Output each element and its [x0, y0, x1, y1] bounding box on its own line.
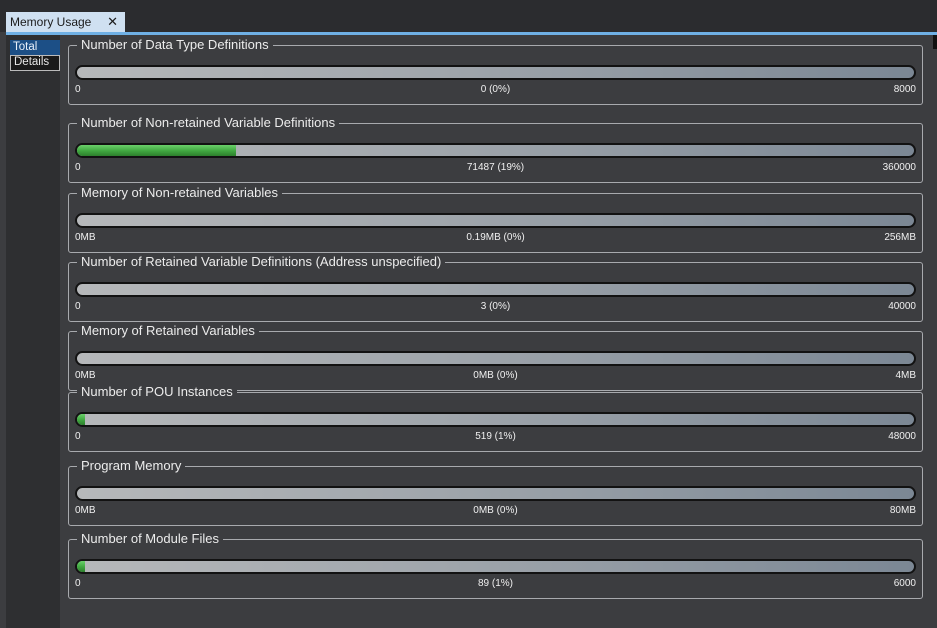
value-label: 89 (1%) [477, 578, 513, 589]
usage-group: Number of Non-retained Variable Definiti… [68, 114, 923, 183]
usage-bar [75, 213, 916, 228]
usage-group: Memory of Retained Variables 0MB 0MB (0%… [68, 322, 923, 391]
max-label: 6000 [893, 578, 916, 589]
usage-bar-fill [77, 145, 237, 156]
value-label: 71487 (19%) [466, 162, 525, 173]
value-label: 519 (1%) [475, 431, 516, 442]
value-label: 3 (0%) [480, 301, 511, 312]
value-label: 0 (0%) [480, 84, 511, 95]
tab-memory-usage[interactable]: Memory Usage ✕ [6, 12, 125, 32]
usage-group: Number of Module Files 0 89 (1%) 6000 [68, 530, 923, 599]
scrollbar[interactable] [933, 35, 937, 49]
close-icon[interactable]: ✕ [107, 12, 118, 32]
usage-bar-fill [77, 414, 86, 425]
usage-bar-fill [77, 561, 86, 572]
usage-group: Memory of Non-retained Variables 0MB 0.1… [68, 184, 923, 253]
usage-bar [75, 559, 916, 574]
value-label: 0MB (0%) [473, 370, 518, 381]
usage-group: Number of Data Type Definitions 0 0 (0%)… [68, 36, 923, 105]
max-label: 48000 [888, 431, 916, 442]
tab-label: Memory Usage [10, 15, 92, 29]
group-title: Number of Non-retained Variable Definiti… [77, 114, 340, 131]
usage-group: Program Memory 0MB 0MB (0%) 80MB [68, 457, 923, 526]
usage-bar [75, 282, 916, 297]
sidebar-item-details[interactable]: Details [10, 55, 60, 71]
usage-bar [75, 351, 916, 366]
max-label: 8000 [893, 84, 916, 95]
usage-panel: Number of Data Type Definitions 0 0 (0%)… [60, 35, 933, 628]
max-label: 256MB [884, 232, 916, 243]
group-title: Program Memory [77, 457, 186, 474]
view-sidebar: Total Details [6, 35, 60, 628]
value-label: 0MB (0%) [473, 505, 518, 516]
usage-group: Number of POU Instances 0 519 (1%) 48000 [68, 383, 923, 452]
max-label: 4MB [895, 370, 916, 381]
usage-bar [75, 486, 916, 501]
group-title: Memory of Non-retained Variables [77, 184, 283, 201]
usage-bar [75, 143, 916, 158]
usage-bar [75, 65, 916, 80]
memory-usage-window: Memory Usage ✕ Total Details Number of D… [0, 0, 937, 628]
max-label: 40000 [888, 301, 916, 312]
value-label: 0.19MB (0%) [466, 232, 525, 243]
max-label: 80MB [889, 505, 916, 516]
group-title: Number of Retained Variable Definitions … [77, 253, 446, 270]
usage-bar [75, 412, 916, 427]
group-title: Memory of Retained Variables [77, 322, 259, 339]
tab-bar: Memory Usage ✕ [0, 0, 937, 32]
group-title: Number of Data Type Definitions [77, 36, 273, 53]
usage-group: Number of Retained Variable Definitions … [68, 253, 923, 322]
group-title: Number of POU Instances [77, 383, 237, 400]
sidebar-item-total[interactable]: Total [10, 40, 60, 55]
group-title: Number of Module Files [77, 530, 223, 547]
max-label: 360000 [882, 162, 916, 173]
